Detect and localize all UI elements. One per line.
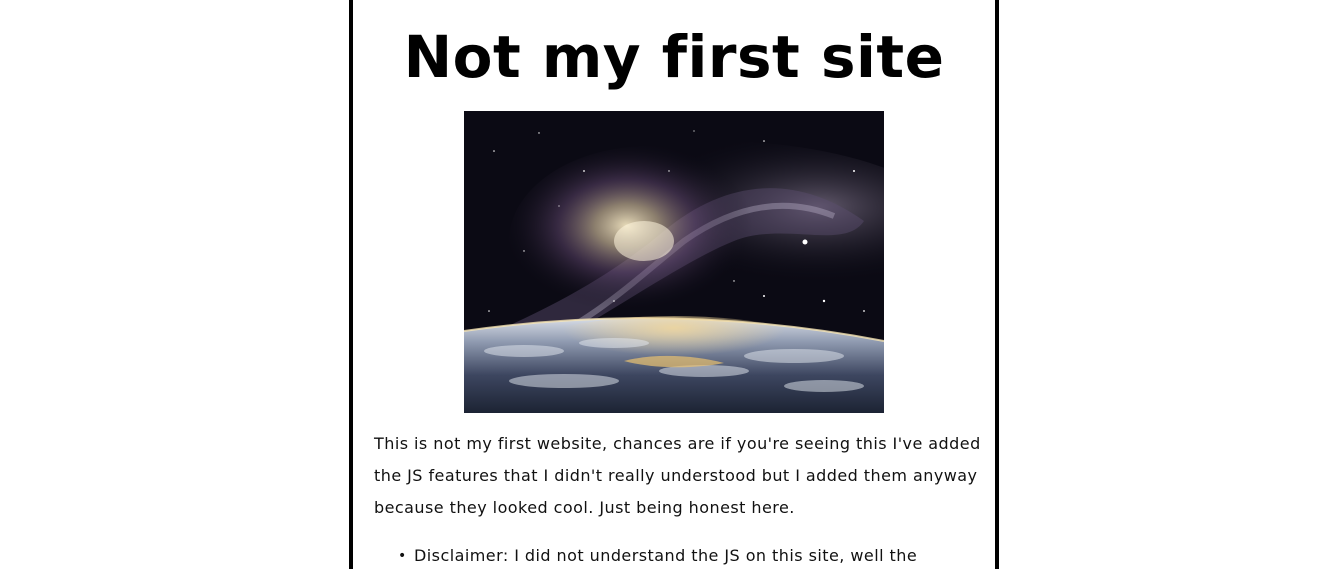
hero-image-galaxy [464, 111, 884, 413]
intro-paragraph: This is not my first website, chances ar… [374, 434, 981, 517]
page-container: Not my first site This is not my first w… [349, 0, 999, 569]
list-item: • Disclaimer: I did not understand the J… [398, 540, 984, 569]
page-title: Not my first site [403, 23, 945, 91]
disclaimer-text: Disclaimer: I did not understand the JS … [414, 546, 918, 565]
notes-list: • Disclaimer: I did not understand the J… [374, 540, 984, 569]
galaxy-earth-illustration [464, 111, 884, 413]
bullet-icon: • [398, 548, 407, 564]
